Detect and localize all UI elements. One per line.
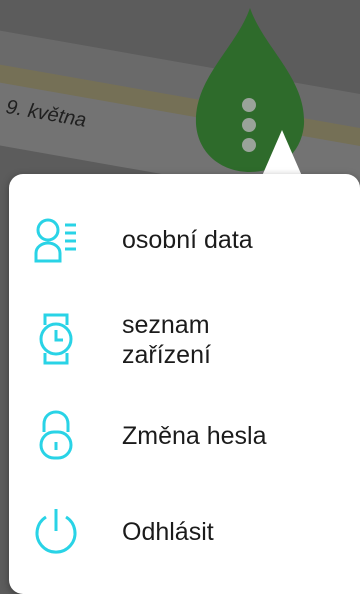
power-icon — [31, 507, 81, 557]
menu-item-personal-data[interactable]: osobní data — [9, 210, 360, 270]
options-menu: osobní data seznam zařízení Změna hesla — [9, 174, 360, 594]
watch-icon — [31, 313, 81, 365]
dot-icon — [242, 118, 256, 132]
menu-item-change-password[interactable]: Změna hesla — [9, 406, 360, 466]
dot-icon — [242, 98, 256, 112]
menu-label-logout: Odhlásit — [122, 518, 214, 546]
menu-label-device-list: seznam zařízení — [122, 311, 211, 369]
lock-icon — [31, 410, 81, 460]
menu-label-change-password: Změna hesla — [122, 422, 267, 450]
menu-label-personal-data: osobní data — [122, 226, 253, 254]
user-list-icon — [31, 215, 81, 265]
menu-item-device-list[interactable]: seznam zařízení — [9, 298, 360, 388]
popup-pointer — [262, 130, 302, 176]
dot-icon — [242, 138, 256, 152]
menu-item-logout[interactable]: Odhlásit — [9, 500, 360, 564]
more-options-button[interactable] — [239, 98, 259, 158]
